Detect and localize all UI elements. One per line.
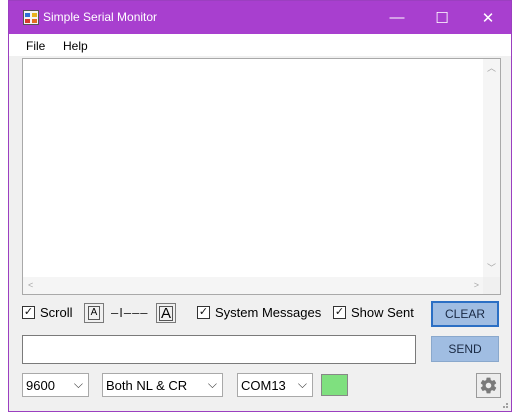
show-sent-checkbox[interactable]: ✓ (333, 306, 346, 319)
baud-rate-select[interactable]: 9600 ⌵ (22, 373, 89, 397)
scroll-label[interactable]: Scroll (40, 305, 73, 320)
window-title: Simple Serial Monitor (43, 10, 158, 24)
title-bar: Simple Serial Monitor — ☐ ✕ (9, 1, 511, 34)
font-larger-button[interactable]: A (156, 303, 176, 323)
resize-grip-icon[interactable] (499, 399, 509, 409)
baud-rate-value: 9600 (26, 378, 55, 393)
serial-output-area[interactable]: ︿ ﹀ < > (22, 58, 501, 295)
clear-button[interactable]: CLEAR (431, 301, 499, 327)
horizontal-scrollbar[interactable]: < > (23, 277, 484, 294)
chevron-down-icon: ⌵ (297, 377, 307, 391)
show-sent-label[interactable]: Show Sent (351, 305, 414, 320)
scroll-left-icon[interactable]: < (28, 281, 33, 290)
close-button[interactable]: ✕ (465, 1, 511, 34)
font-smaller-button[interactable]: A (84, 303, 104, 323)
port-value: COM13 (241, 378, 286, 393)
port-select[interactable]: COM13 ⌵ (237, 373, 313, 397)
minimize-icon: — (389, 9, 405, 26)
maximize-icon: ☐ (435, 9, 449, 27)
scroll-checkbox[interactable]: ✓ (22, 306, 35, 319)
scroll-right-icon[interactable]: > (474, 281, 479, 290)
scroll-down-icon[interactable]: ﹀ (487, 264, 496, 273)
font-size-slider[interactable]: –I––– (111, 305, 149, 320)
scrollbar-corner (483, 277, 500, 294)
line-ending-select[interactable]: Both NL & CR ⌵ (102, 373, 223, 397)
scroll-up-icon[interactable]: ︿ (487, 64, 496, 73)
menu-bar: File Help (9, 34, 511, 56)
font-small-icon: A (87, 306, 101, 320)
menu-file[interactable]: File (26, 39, 45, 53)
font-large-icon: A (158, 304, 173, 322)
system-messages-checkbox[interactable]: ✓ (197, 306, 210, 319)
connection-status-indicator[interactable] (321, 374, 348, 396)
vertical-scrollbar[interactable]: ︿ ﹀ (483, 59, 500, 278)
send-input[interactable] (22, 335, 416, 364)
system-messages-label[interactable]: System Messages (215, 305, 321, 320)
gear-icon (480, 377, 497, 394)
send-button[interactable]: SEND (431, 336, 499, 362)
settings-button[interactable] (476, 373, 501, 398)
chevron-down-icon: ⌵ (207, 377, 217, 391)
close-icon: ✕ (481, 9, 495, 27)
app-icon (23, 10, 39, 25)
menu-help[interactable]: Help (63, 39, 88, 53)
chevron-down-icon: ⌵ (73, 377, 83, 391)
app-window: Simple Serial Monitor — ☐ ✕ File Help ︿ … (8, 0, 512, 412)
minimize-button[interactable]: — (374, 1, 420, 34)
line-ending-value: Both NL & CR (106, 378, 188, 393)
maximize-button[interactable]: ☐ (419, 1, 465, 34)
